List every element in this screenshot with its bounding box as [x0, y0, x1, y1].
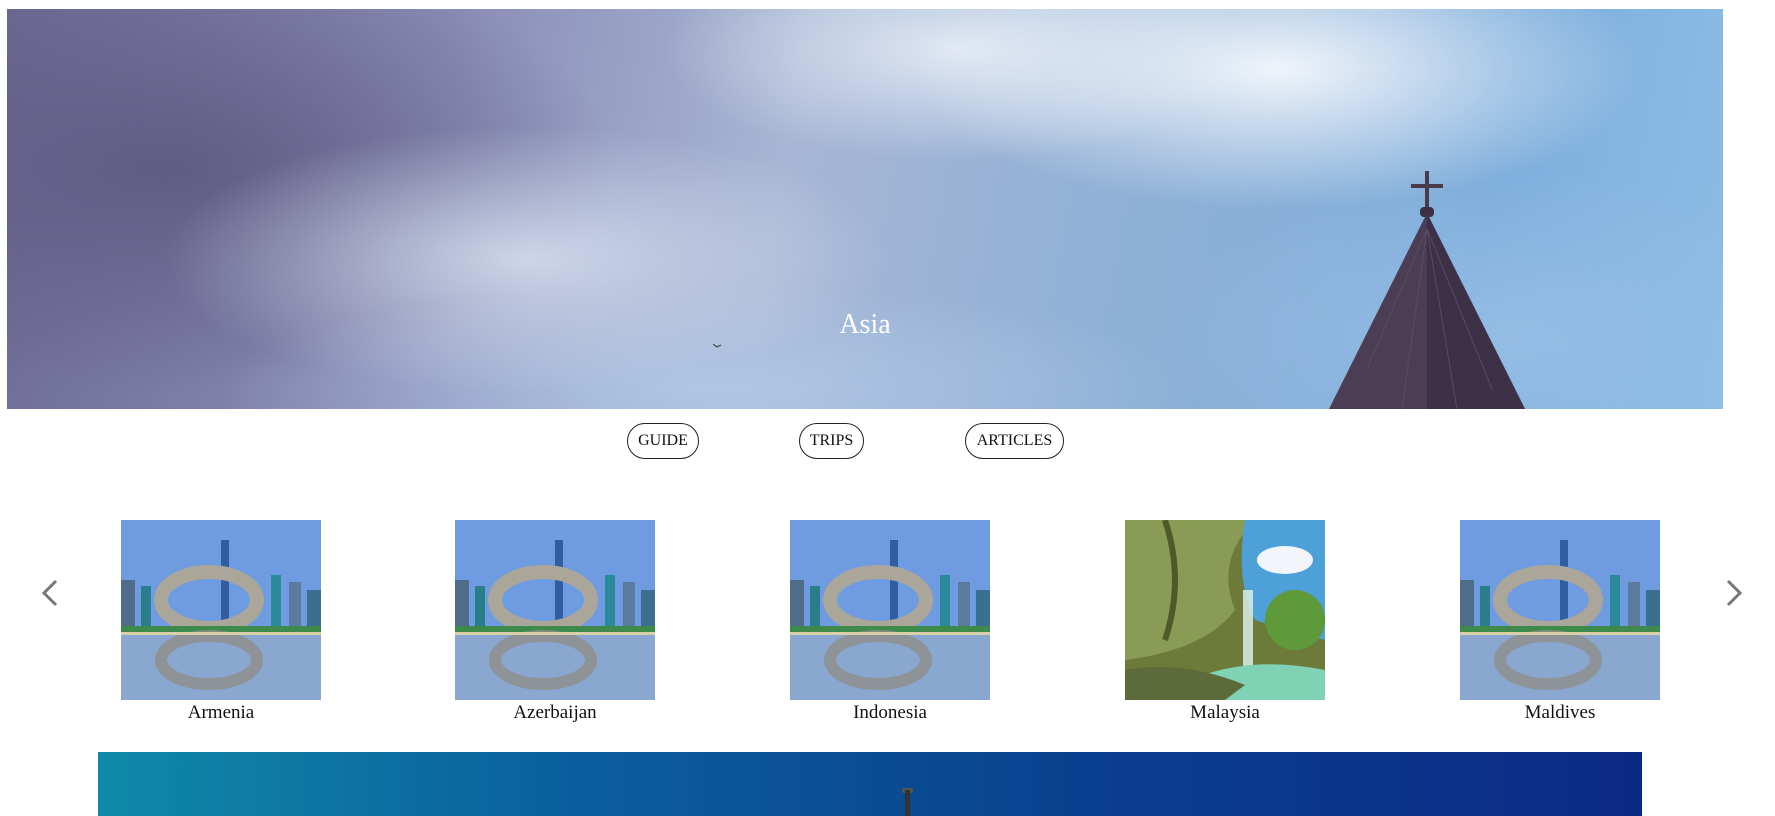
destination-card-malaysia[interactable]: Malaysia [1125, 520, 1325, 724]
card-label[interactable]: Malaysia [1125, 702, 1325, 724]
bird-icon [713, 343, 721, 348]
chevron-right-icon[interactable] [1722, 575, 1746, 611]
secondary-banner-image [98, 752, 1642, 816]
church-spire-icon [1329, 171, 1525, 409]
card-label[interactable]: Armenia [121, 702, 321, 724]
chevron-left-icon[interactable] [38, 575, 62, 611]
destination-card-maldives[interactable]: Maldives [1460, 520, 1660, 724]
guide-button[interactable]: GUIDE [627, 423, 699, 459]
museum-of-future-image[interactable] [121, 520, 321, 700]
hero-banner: Asia [7, 9, 1723, 409]
card-label[interactable]: Azerbaijan [455, 702, 655, 724]
destination-card-azerbaijan[interactable]: Azerbaijan [455, 520, 655, 724]
destination-card-indonesia[interactable]: Indonesia [790, 520, 990, 724]
hero-title: Asia [839, 309, 891, 340]
card-label[interactable]: Indonesia [790, 702, 990, 724]
tower-icon [905, 790, 910, 816]
waterfall-grotto-image[interactable] [1125, 520, 1325, 700]
trips-button[interactable]: TRIPS [799, 423, 864, 459]
articles-button[interactable]: ARTICLES [965, 423, 1064, 459]
destination-card-armenia[interactable]: Armenia [121, 520, 321, 724]
museum-of-future-image[interactable] [455, 520, 655, 700]
card-label[interactable]: Maldives [1460, 702, 1660, 724]
museum-of-future-image[interactable] [1460, 520, 1660, 700]
museum-of-future-image[interactable] [790, 520, 990, 700]
